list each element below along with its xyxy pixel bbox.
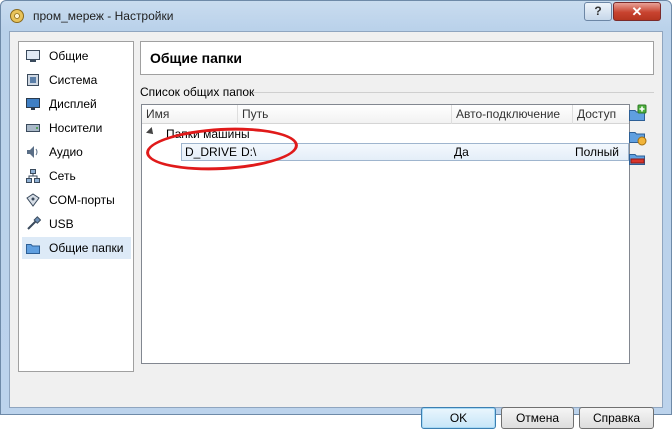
- sidebar-item-label: Система: [49, 73, 98, 87]
- sidebar-item-system[interactable]: Система: [22, 69, 131, 91]
- column-header-name[interactable]: Имя: [142, 105, 238, 124]
- sidebar-item-label: COM-порты: [49, 193, 115, 207]
- title-help-button[interactable]: ?: [584, 2, 612, 21]
- cell-name: D_DRIVE: [185, 145, 238, 159]
- column-header-path[interactable]: Путь: [238, 105, 452, 124]
- sidebar-item-label: Дисплей: [49, 97, 97, 111]
- window-close-button[interactable]: ✕: [613, 2, 661, 21]
- sidebar-item-display[interactable]: Дисплей: [22, 93, 131, 115]
- cell-auto-mount: Да: [454, 145, 469, 159]
- table-header: Имя Путь Авто-подключение Доступ: [142, 105, 629, 124]
- virtualbox-app-icon: [10, 9, 24, 23]
- general-icon: [26, 50, 40, 62]
- sidebar-item-label: Общие: [49, 49, 89, 63]
- help-button[interactable]: Справка: [579, 407, 654, 429]
- display-icon: [26, 98, 40, 110]
- sidebar-item-label: Общие папки: [49, 241, 124, 255]
- group-row-label: Папки машины: [166, 127, 250, 141]
- shared-folders-icon: [26, 244, 40, 254]
- sidebar-item-audio[interactable]: Аудио: [22, 141, 131, 163]
- sidebar-item-general[interactable]: Общие: [22, 45, 131, 67]
- title-bar[interactable]: пром_мереж - Настройки ? ✕: [1, 1, 671, 31]
- shared-folders-group-label: Список общих папок: [140, 85, 255, 99]
- sidebar-item-com-ports[interactable]: COM-порты: [22, 189, 131, 211]
- cell-access: Полный: [575, 145, 619, 159]
- ok-button[interactable]: OK: [421, 407, 496, 429]
- sidebar-item-usb[interactable]: USB: [22, 213, 131, 235]
- sidebar-item-network[interactable]: Сеть: [22, 165, 131, 187]
- column-header-access[interactable]: Доступ: [573, 105, 629, 124]
- sidebar-item-storage[interactable]: Носители: [22, 117, 131, 139]
- page-title: Общие папки: [150, 50, 242, 66]
- network-icon: [26, 169, 40, 183]
- add-folder-icon[interactable]: [627, 104, 647, 124]
- panel-header: Общие папки: [140, 41, 654, 75]
- sidebar-item-shared-folders[interactable]: Общие папки: [22, 237, 131, 259]
- table-row[interactable]: D_DRIVE D:\ Да Полный: [181, 143, 629, 161]
- audio-icon: [27, 146, 38, 158]
- cancel-button[interactable]: Отмена: [501, 407, 574, 429]
- edit-folder-icon[interactable]: [627, 126, 647, 146]
- column-header-auto-mount[interactable]: Авто-подключение: [452, 105, 573, 124]
- group-divider: [253, 92, 654, 93]
- cell-path: D:\: [241, 145, 257, 159]
- expand-arrow-icon[interactable]: [146, 127, 156, 137]
- storage-icon: [26, 124, 40, 132]
- settings-sidebar: Общие Система Дисплей Носители Аудио Сет…: [18, 41, 134, 372]
- window-title: пром_мереж - Настройки: [33, 9, 174, 23]
- dialog-client-area: Общие Система Дисплей Носители Аудио Сет…: [9, 31, 663, 429]
- sidebar-item-label: Сеть: [49, 169, 76, 183]
- shared-folders-table[interactable]: Имя Путь Авто-подключение Доступ Папки м…: [141, 104, 630, 364]
- sidebar-item-label: USB: [49, 217, 74, 231]
- system-icon: [27, 74, 39, 86]
- remove-folder-icon[interactable]: [627, 148, 647, 168]
- settings-window: пром_мереж - Настройки ? ✕ Общие Система…: [0, 0, 672, 429]
- sidebar-item-label: Носители: [49, 121, 103, 135]
- usb-icon: [27, 216, 41, 230]
- machine-folders-group-row[interactable]: Папки машины: [142, 125, 629, 143]
- sidebar-item-label: Аудио: [49, 145, 83, 159]
- com-ports-icon: [26, 193, 40, 207]
